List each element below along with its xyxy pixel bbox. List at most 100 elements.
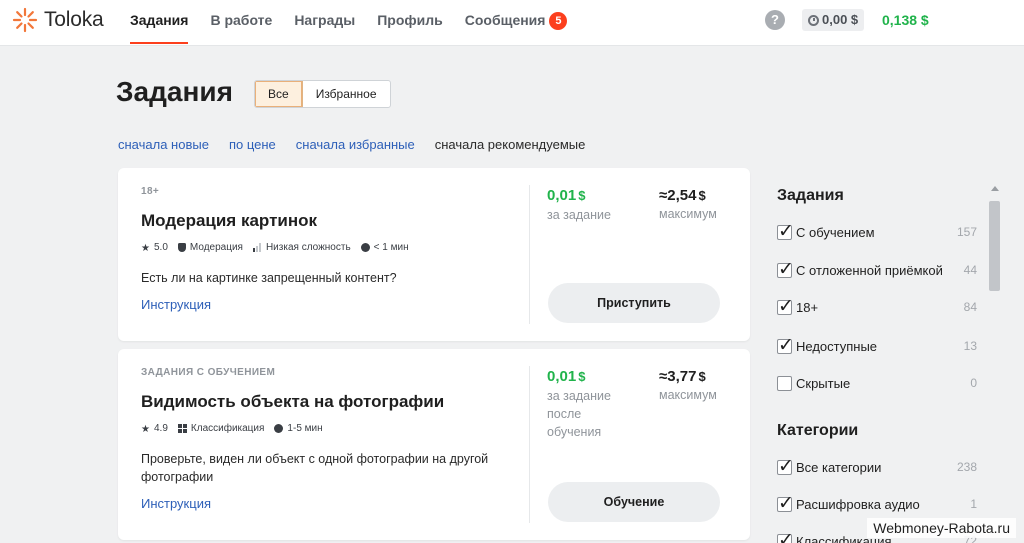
filter-label: 18+ xyxy=(796,299,819,315)
filter-count: 1 xyxy=(970,497,977,511)
sun-logo-icon xyxy=(12,7,38,33)
checkbox[interactable] xyxy=(777,258,794,281)
max-value: ≈3,77 xyxy=(659,368,697,385)
time-label: < 1 мин xyxy=(373,242,409,253)
checkbox[interactable] xyxy=(777,492,794,515)
time-meta: < 1 мин xyxy=(360,242,409,253)
nav-profile[interactable]: Профиль xyxy=(377,0,443,46)
checkbox[interactable] xyxy=(777,529,794,543)
sort-options: сначала новые по цене сначала избранные … xyxy=(118,137,585,152)
clock-icon xyxy=(274,424,284,433)
max-currency: $ xyxy=(698,369,706,384)
filter-18plus[interactable]: 18+ 84 xyxy=(777,295,977,318)
sort-favorites-link[interactable]: сначала избранные xyxy=(296,137,415,152)
filter-tabs: Все Избранное xyxy=(254,80,391,108)
rating: 4.9 xyxy=(141,423,168,434)
checkbox[interactable] xyxy=(777,220,794,243)
nav-messages-label: Сообщения xyxy=(464,12,546,28)
checkbox[interactable] xyxy=(777,295,794,318)
messages-count-badge: 5 xyxy=(549,12,568,30)
card-tag: 18+ xyxy=(141,186,160,197)
max-note: максимум xyxy=(659,388,717,402)
start-button[interactable]: Приступить xyxy=(548,283,720,323)
logo-text: Toloka xyxy=(44,8,104,31)
card-divider xyxy=(529,366,530,523)
category-meta: Модерация xyxy=(177,242,243,253)
help-icon[interactable]: ? xyxy=(765,10,785,30)
filter-count: 84 xyxy=(963,300,977,314)
nav-in-progress-label: В работе xyxy=(210,12,273,28)
categories-filter-heading: Категории xyxy=(777,422,859,439)
price: 0,01 $ xyxy=(547,368,585,385)
task-card[interactable]: ЗАДАНИЯ С ОБУЧЕНИЕМ Видимость объекта на… xyxy=(118,349,750,540)
nav-messages[interactable]: Сообщения 5 xyxy=(465,0,568,46)
filter-label: Скрытые xyxy=(796,375,851,391)
card-meta: 4.9 Классификация 1-5 мин xyxy=(141,423,323,434)
filter-count: 44 xyxy=(963,263,977,277)
top-bar: Toloka Задания В работе Награды Профиль … xyxy=(0,0,1024,46)
filter-label: С обучением xyxy=(796,224,875,240)
price-note: за задание xyxy=(547,208,611,222)
category-label: Модерация xyxy=(189,242,243,253)
filter-count: 13 xyxy=(963,339,977,353)
category-label: Классификация xyxy=(190,423,265,434)
card-title[interactable]: Видимость объекта на фотографии xyxy=(141,392,444,412)
filter-label: Недоступные xyxy=(796,338,878,354)
price: 0,01 $ xyxy=(547,187,585,204)
filter-unavailable[interactable]: Недоступные 13 xyxy=(777,334,977,357)
instruction-link[interactable]: Инструкция xyxy=(141,297,211,312)
star-icon xyxy=(141,424,150,433)
watermark: Webmoney-Rabota.ru xyxy=(867,518,1016,538)
sort-price-link[interactable]: по цене xyxy=(229,137,276,152)
nav-profile-label: Профиль xyxy=(377,12,443,28)
grid-icon xyxy=(177,424,187,433)
time-meta: 1-5 мин xyxy=(274,423,323,434)
scroll-thumb[interactable] xyxy=(989,201,1000,291)
filter-hidden[interactable]: Скрытые 0 xyxy=(777,374,977,392)
nav-tasks-label: Задания xyxy=(130,12,189,28)
max-note: максимум xyxy=(659,207,717,221)
filter-all-categories[interactable]: Все категории 238 xyxy=(777,455,977,478)
rating: 5.0 xyxy=(141,242,168,253)
card-description: Есть ли на картинке запрещенный контент? xyxy=(141,271,397,285)
balance-badge[interactable]: 0,00 $ xyxy=(802,9,865,31)
card-tag: ЗАДАНИЯ С ОБУЧЕНИЕМ xyxy=(141,367,276,378)
shield-icon xyxy=(177,243,186,252)
training-button[interactable]: Обучение xyxy=(548,482,720,522)
star-icon xyxy=(141,243,150,252)
nav-rewards[interactable]: Награды xyxy=(294,0,355,46)
sidebar-scrollbar[interactable] xyxy=(988,186,1002,543)
difficulty-meta: Низкая сложность xyxy=(252,242,351,253)
filter-label: Расшифровка аудио xyxy=(796,496,920,512)
sort-newest-link[interactable]: сначала новые xyxy=(118,137,209,152)
max-earning: ≈3,77 $ xyxy=(659,368,706,385)
filter-delayed-acceptance[interactable]: С отложенной приёмкой 44 xyxy=(777,258,977,281)
checkbox[interactable] xyxy=(777,334,794,357)
filter-audio-transcription[interactable]: Расшифровка аудио 1 xyxy=(777,492,977,515)
tab-favorites[interactable]: Избранное xyxy=(303,81,390,107)
tasks-filter-heading: Задания xyxy=(777,187,844,204)
checkbox[interactable] xyxy=(777,375,792,391)
clock-icon xyxy=(360,243,370,252)
earned-value: 0,138 $ xyxy=(882,12,929,28)
card-description: Проверьте, виден ли объект с одной фотог… xyxy=(141,452,489,484)
tab-all[interactable]: Все xyxy=(255,81,303,107)
price-currency: $ xyxy=(578,369,586,384)
max-earning: ≈2,54 $ xyxy=(659,187,706,204)
checkbox[interactable] xyxy=(777,455,794,478)
clock-icon xyxy=(808,14,819,26)
card-meta: 5.0 Модерация Низкая сложность < 1 мин xyxy=(141,242,409,253)
rating-value: 5.0 xyxy=(154,242,168,253)
instruction-link[interactable]: Инструкция xyxy=(141,496,211,511)
logo[interactable]: Toloka xyxy=(12,6,104,34)
sort-recommended-current: сначала рекомендуемые xyxy=(434,137,586,152)
nav-tasks[interactable]: Задания xyxy=(130,0,189,46)
nav-in-progress[interactable]: В работе xyxy=(210,0,272,46)
filter-with-training[interactable]: С обучением 157 xyxy=(777,220,977,243)
card-title[interactable]: Модерация картинок xyxy=(141,211,317,231)
scroll-up-arrow-icon[interactable] xyxy=(991,186,999,191)
max-value: ≈2,54 xyxy=(659,187,697,204)
filter-count: 238 xyxy=(956,460,977,474)
price-value: 0,01 xyxy=(547,187,577,204)
task-card[interactable]: 18+ Модерация картинок 5.0 Модерация Низ… xyxy=(118,168,750,341)
